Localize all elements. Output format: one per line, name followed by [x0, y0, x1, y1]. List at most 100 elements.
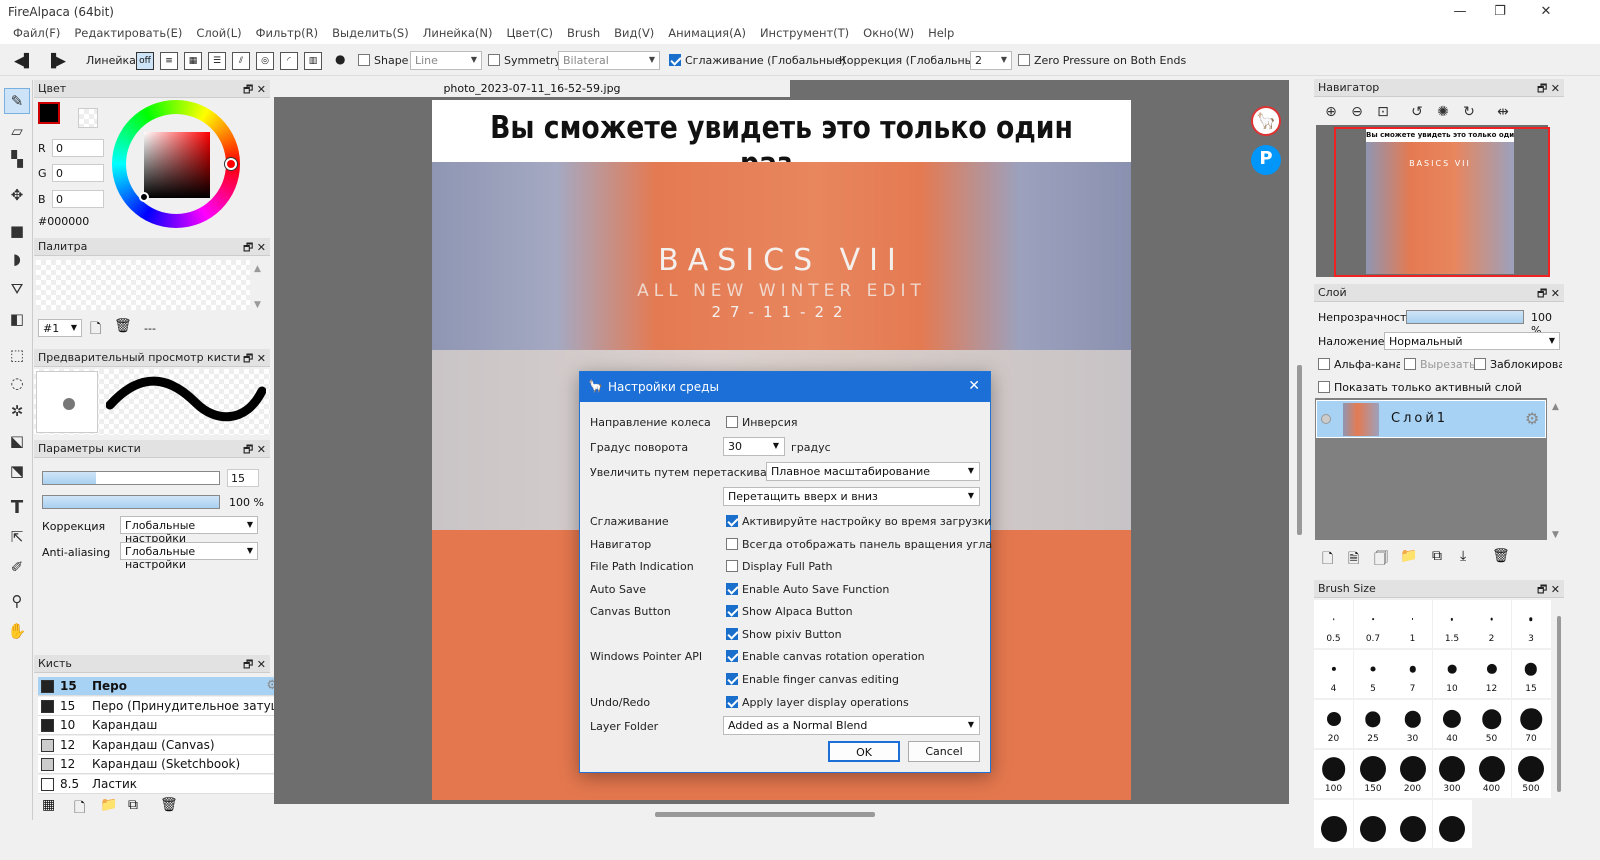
- dialog-row-checkbox[interactable]: Активируйте настройку во время загрузки: [726, 515, 991, 528]
- sv-picker-handle[interactable]: [139, 192, 149, 202]
- hand-tool-icon[interactable]: ✋: [4, 618, 30, 644]
- brush-folder-icon[interactable]: 📁: [100, 797, 117, 813]
- new-8bit-layer-icon[interactable]: 🗎: [1348, 548, 1359, 572]
- panel-float-close-icon[interactable]: 🗗 ✕: [243, 441, 266, 460]
- dialog-row-dropdown[interactable]: Перетащить вверх и вниз: [723, 487, 980, 506]
- dialog-row-checkbox[interactable]: Инверсия: [726, 416, 797, 429]
- menu-animation[interactable]: Анимация(A): [661, 24, 753, 44]
- zoom-in-icon[interactable]: ⊕: [1320, 101, 1342, 123]
- dialog-row-checkbox[interactable]: Enable finger canvas editing: [726, 673, 899, 686]
- brush-size-cell[interactable]: 500: [1511, 750, 1551, 798]
- panel-float-close-icon[interactable]: 🗗 ✕: [1537, 581, 1560, 600]
- dialog-row-checkbox[interactable]: Display Full Path: [726, 560, 833, 573]
- ruler-3d-icon[interactable]: ▥: [304, 52, 322, 70]
- text-tool-icon[interactable]: T: [4, 494, 30, 520]
- zero-pressure-checkbox[interactable]: Zero Pressure on Both Ends: [1018, 54, 1186, 67]
- dialog-row-dropdown[interactable]: 30: [723, 437, 785, 456]
- brush-list-item[interactable]: 12 Карандаш (Canvas): [38, 735, 282, 755]
- brush-size-cell[interactable]: 0.5: [1314, 600, 1353, 648]
- pixiv-button-icon[interactable]: P: [1251, 145, 1281, 175]
- new-1bit-layer-icon[interactable]: 🗍: [1374, 548, 1388, 572]
- horizontal-scrollbar[interactable]: [655, 812, 875, 817]
- brush-save-icon[interactable]: ▦: [42, 797, 55, 813]
- menu-file[interactable]: Файл(F): [6, 24, 67, 44]
- new-folder-icon[interactable]: 📁: [1400, 548, 1417, 564]
- symmetry-select[interactable]: Bilateral: [558, 51, 660, 70]
- brush-list-item[interactable]: 8.5 Ластик: [38, 774, 282, 794]
- brush-list-item[interactable]: 15 Перо ⚙: [38, 677, 282, 696]
- b-input[interactable]: 0: [52, 190, 104, 208]
- rotate-right-icon[interactable]: ↻: [1458, 101, 1480, 123]
- ruler-perspective-icon[interactable]: ⫽: [232, 52, 250, 70]
- brush-size-cell[interactable]: 40: [1432, 700, 1472, 748]
- brush-size-cell[interactable]: 10: [1432, 650, 1472, 698]
- minimize-icon[interactable]: —: [1450, 3, 1470, 21]
- brush-size-cell[interactable]: 30: [1393, 700, 1432, 748]
- layer-row[interactable]: Слой1 ⚙: [1316, 400, 1546, 438]
- menu-ruler[interactable]: Линейка(N): [416, 24, 500, 44]
- zoom-out-icon[interactable]: ⊖: [1346, 101, 1368, 123]
- panel-float-close-icon[interactable]: 🗗 ✕: [243, 656, 266, 675]
- menu-layer[interactable]: Слой(L): [189, 24, 248, 44]
- cancel-button[interactable]: Cancel: [908, 741, 980, 762]
- new-brush-icon[interactable]: 🗋: [74, 797, 85, 821]
- brush-size-cell[interactable]: [1432, 800, 1472, 848]
- new-palette-icon[interactable]: 🗋: [90, 318, 101, 342]
- dialog-close-icon[interactable]: ✕: [968, 378, 980, 394]
- delete-palette-icon[interactable]: 🗑: [114, 318, 132, 334]
- maximize-icon[interactable]: ❐: [1490, 3, 1510, 21]
- g-input[interactable]: 0: [52, 164, 104, 182]
- brush-size-cell[interactable]: 3: [1511, 600, 1551, 648]
- blend-select[interactable]: Нормальный: [1384, 332, 1560, 350]
- move-tool-icon[interactable]: ✥: [4, 182, 30, 208]
- shape-select[interactable]: Line: [410, 51, 482, 70]
- divide-tool-icon[interactable]: ✐: [4, 554, 30, 580]
- eraser-tool-icon[interactable]: ▱: [4, 118, 30, 144]
- zoom-fit-icon[interactable]: ⊡: [1372, 101, 1394, 123]
- panel-float-close-icon[interactable]: 🗗 ✕: [243, 81, 266, 100]
- menu-select[interactable]: Выделить(S): [325, 24, 416, 44]
- brush-size-cell[interactable]: 4: [1314, 650, 1353, 698]
- brush-size-cell[interactable]: [1314, 800, 1353, 848]
- brush-size-cell[interactable]: 150: [1353, 750, 1393, 798]
- transparent-color-swatch[interactable]: [78, 108, 98, 128]
- delete-brush-icon[interactable]: 🗑: [160, 797, 178, 813]
- panel-float-close-icon[interactable]: 🗗 ✕: [1537, 285, 1560, 304]
- layer-visibility-icon[interactable]: [1321, 414, 1331, 424]
- brush-size-cell[interactable]: 200: [1393, 750, 1432, 798]
- fill-rect-tool-icon[interactable]: ■: [4, 218, 30, 244]
- gradation-tool-icon[interactable]: ◧: [4, 306, 30, 332]
- layer-settings-icon[interactable]: ⚙: [1525, 409, 1539, 428]
- scroll-up-icon[interactable]: ▲: [254, 264, 261, 274]
- brush-list-item[interactable]: 12 Карандаш (Sketchbook): [38, 755, 282, 774]
- dialog-row-checkbox[interactable]: Enable canvas rotation operation: [726, 650, 925, 663]
- show-active-only-checkbox[interactable]: Показать только активный слой: [1318, 381, 1522, 394]
- menu-filter[interactable]: Фильтр(R): [249, 24, 325, 44]
- ruler-dot-icon[interactable]: ●: [335, 52, 345, 66]
- lasso-tool-icon[interactable]: ◌: [4, 370, 30, 396]
- dialog-row-dropdown[interactable]: Added as a Normal Blend: [723, 716, 980, 735]
- dialog-row-checkbox[interactable]: Enable Auto Save Function: [726, 583, 889, 596]
- brush-size-cell[interactable]: 5: [1353, 650, 1393, 698]
- duplicate-layer-icon[interactable]: ⧉: [1432, 548, 1442, 564]
- eyedropper-icon[interactable]: ⚲: [4, 588, 30, 614]
- ruler-concentric-icon[interactable]: ◎: [256, 52, 274, 70]
- brush-size-cell[interactable]: 7: [1393, 650, 1432, 698]
- select-eraser-icon[interactable]: ⬔: [4, 458, 30, 484]
- correction-select[interactable]: Глобальные настройки: [120, 516, 258, 545]
- brush-size-cell[interactable]: 1: [1393, 600, 1432, 648]
- bucket-tool-icon[interactable]: ⛛: [4, 276, 30, 302]
- duplicate-brush-icon[interactable]: ⧉: [128, 797, 138, 813]
- brush-size-cell[interactable]: 50: [1472, 700, 1511, 748]
- ruler-off-button[interactable]: off: [136, 52, 154, 70]
- panel-float-close-icon[interactable]: 🗗 ✕: [243, 350, 266, 369]
- saturation-value-square[interactable]: [144, 132, 210, 198]
- panel-float-close-icon[interactable]: 🗗 ✕: [243, 239, 266, 258]
- merge-down-icon[interactable]: ⤓: [1460, 548, 1466, 564]
- correction-select[interactable]: 2: [970, 51, 1012, 70]
- layer-opacity-slider[interactable]: [1406, 310, 1524, 324]
- layer-scroll-down-icon[interactable]: ▼: [1552, 530, 1559, 540]
- brush-size-cell[interactable]: 400: [1472, 750, 1511, 798]
- menu-tool[interactable]: Инструмент(T): [753, 24, 856, 44]
- palette-swatch-area[interactable]: [36, 260, 250, 310]
